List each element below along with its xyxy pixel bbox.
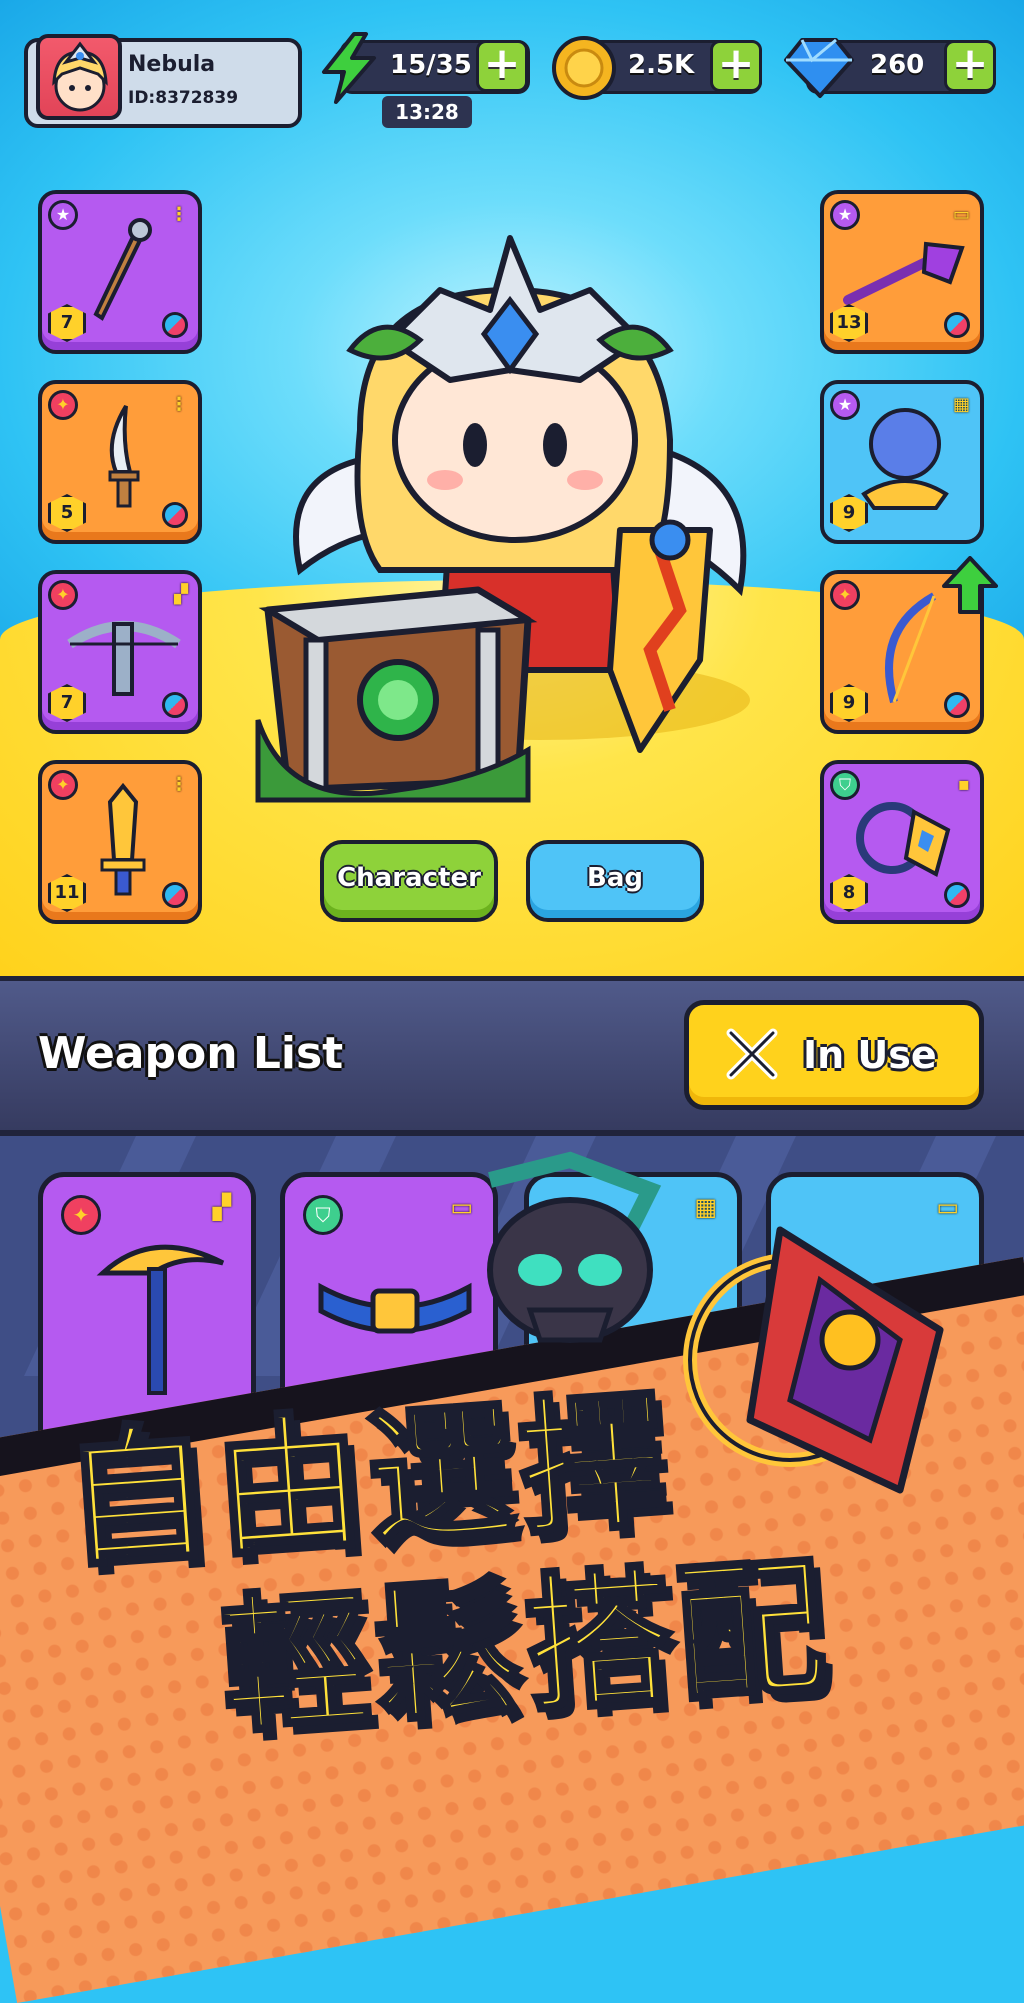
star-icon: ★ [48,200,78,230]
in-use-button[interactable]: In Use [684,1000,984,1110]
player-name: Nebula [128,52,216,77]
slot-shape-icon: ▭ [952,204,970,225]
equip-slot-dagger[interactable]: ✦ ⋮ 5 [38,380,202,544]
equip-slot-sword[interactable]: ✦ ⋮ 11 [38,760,202,924]
shield-icon: ⛉ [303,1195,343,1235]
ruby-pendant-icon [683,1226,944,1494]
element-gem-icon [944,882,970,908]
energy-timer: 13:28 [382,96,472,128]
sword-icon [100,782,146,896]
player-id: ID:8372839 [128,88,239,108]
equip-slot-staff[interactable]: ★ ⋮ 7 [38,190,202,354]
equip-slot-wand[interactable]: ★ ▭ 13 [820,190,984,354]
element-gem-icon [162,692,188,718]
amulet-icon [856,802,951,877]
slot-shape-icon: ⋮ [170,204,188,225]
in-use-label: In Use [803,1033,937,1077]
player-profile[interactable]: Nebula ID:8372839 [24,34,302,128]
element-gem-icon [944,312,970,338]
energy-value: 15/35 [390,50,472,80]
coin-icon [548,32,620,108]
equip-slot-orb[interactable]: ★ ▦ 9 [820,380,984,544]
element-gem-icon [944,692,970,718]
attack-icon: ✦ [48,390,78,420]
crystal-orb-icon [861,408,949,510]
equip-slot-amulet[interactable]: ⛉ ▪ 8 [820,760,984,924]
gem-value: 260 [870,50,925,80]
wand-icon [843,241,965,305]
slot-shape-icon: ⋮ [170,774,188,795]
attack-icon: ✦ [48,770,78,800]
slot-level: 11 [48,874,86,912]
attack-icon: ✦ [61,1195,101,1235]
staff-icon [93,218,152,321]
bag-button[interactable]: Bag [526,840,704,922]
avatar[interactable] [36,34,122,120]
gem-icon [780,34,856,104]
element-gem-icon [162,502,188,528]
bow-icon [885,592,937,704]
dagger-icon [108,404,140,508]
energy-icon [316,32,380,108]
treasure-chest-icon[interactable] [248,550,548,810]
slot-shape-icon: ▞ [174,584,188,605]
element-gem-icon [162,882,188,908]
energy-plus-button[interactable]: + [476,40,528,92]
promo-line-2: 輕鬆搭配 [214,1538,837,1756]
gem-plus-button[interactable]: + [944,40,996,92]
character-button[interactable]: Character [320,840,498,922]
upgrade-arrow-icon [942,556,998,618]
crossed-swords-icon [726,1028,778,1080]
slot-level: 5 [48,494,86,532]
weapon-list-title: Weapon List [38,1028,344,1079]
coin-plus-button[interactable]: + [710,40,762,92]
attack-icon: ✦ [830,580,860,610]
coin-value: 2.5K [628,50,695,80]
slot-level: 7 [48,304,86,342]
star-icon: ★ [830,200,860,230]
crossbow-icon [67,621,181,696]
slot-shape-icon: ⋮ [170,394,188,415]
slot-shape-icon: ▞ [212,1193,231,1221]
element-gem-icon [162,312,188,338]
slot-level: 9 [830,684,868,722]
equip-slot-crossbow[interactable]: ✦ ▞ 7 [38,570,202,734]
